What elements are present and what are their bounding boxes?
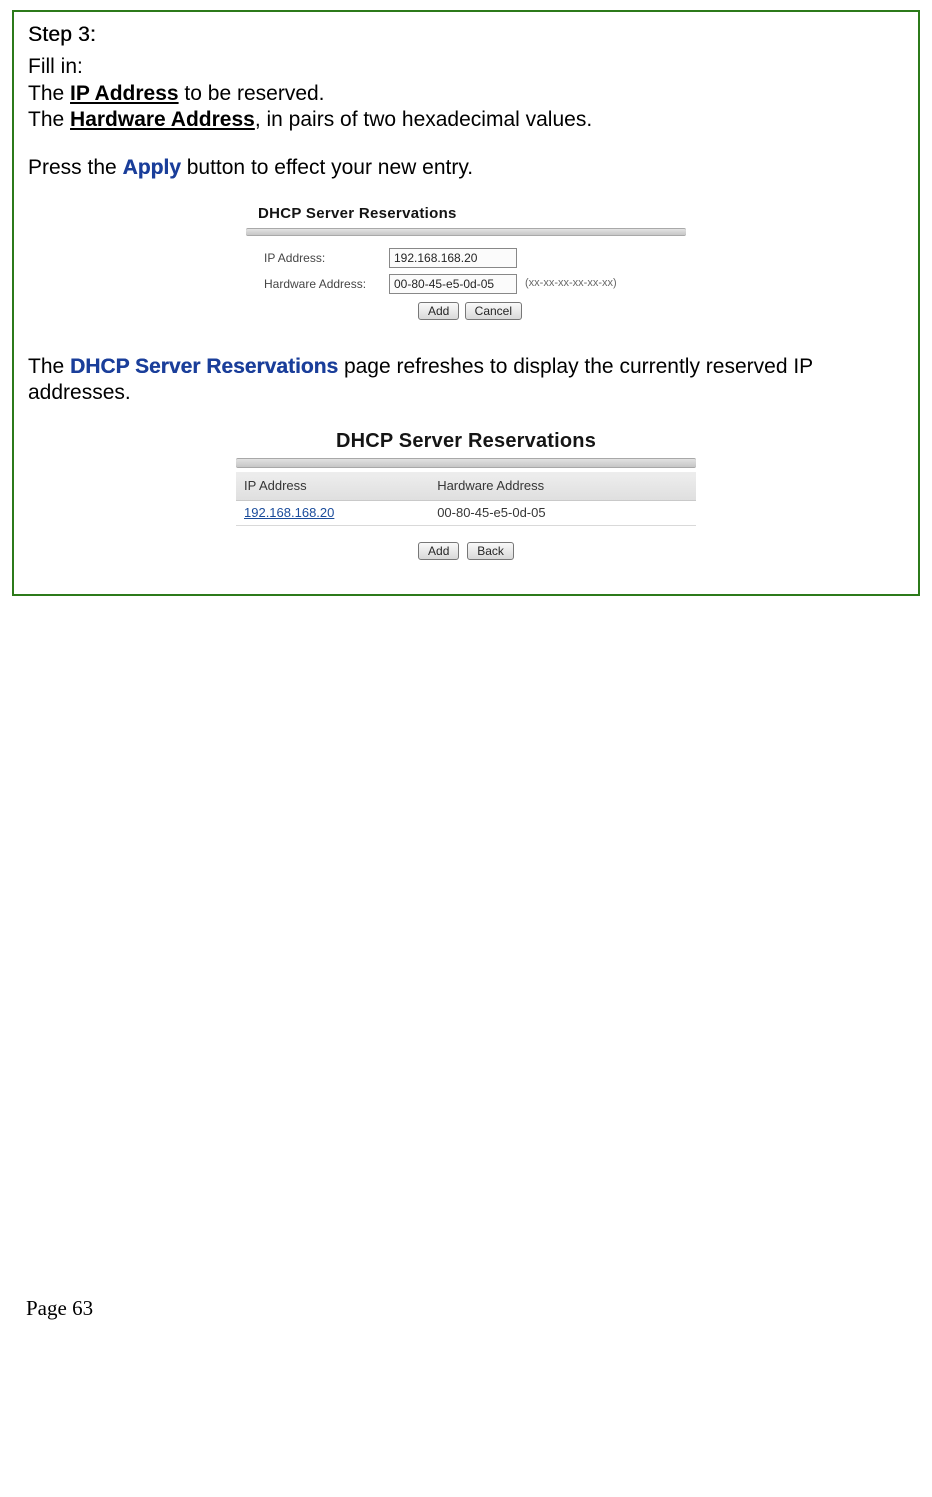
ip-input[interactable] (389, 248, 517, 268)
text-fragment: , in pairs of two hexadecimal values. (255, 108, 592, 131)
ip-label: IP Address: (264, 251, 389, 266)
table-header-row: IP Address Hardware Address (236, 472, 696, 501)
step-label: Step 3: (28, 22, 904, 48)
page-number: Page 63 (26, 1296, 920, 1321)
apply-term: Apply (123, 156, 181, 179)
add-button[interactable]: Add (418, 542, 459, 560)
text-fragment: to be reserved. (179, 82, 325, 105)
col-hw-header: Hardware Address (429, 472, 696, 501)
line-ip: The IP Address to be reserved. (28, 81, 904, 107)
back-button[interactable]: Back (467, 542, 514, 560)
dhcp-form-screenshot: DHCP Server Reservations IP Address: Har… (246, 199, 686, 328)
ip-address-term: IP Address (70, 82, 179, 105)
hw-label: Hardware Address: (264, 277, 389, 292)
text-fragment: The (28, 355, 70, 378)
form-title: DHCP Server Reservations (246, 199, 686, 228)
form-body: IP Address: Hardware Address: (xx-xx-xx-… (246, 236, 686, 328)
text-fragment: The (28, 108, 70, 131)
list-buttons: Add Back (236, 536, 696, 566)
refresh-paragraph: The DHCP Server Reservations page refres… (28, 354, 904, 407)
divider (236, 458, 696, 468)
reserved-ip-link[interactable]: 192.168.168.20 (244, 505, 334, 520)
reserved-hw-cell: 00-80-45-e5-0d-05 (429, 500, 696, 525)
text-fragment: The (28, 82, 70, 105)
dhcp-list-screenshot: DHCP Server Reservations IP Address Hard… (236, 425, 696, 567)
form-buttons: Add Cancel (264, 302, 676, 320)
dhcp-reservations-term: DHCP Server Reservations (70, 355, 338, 378)
add-button[interactable]: Add (418, 302, 459, 320)
text-fragment: Press the (28, 156, 123, 179)
screenshot-2-wrap: DHCP Server Reservations IP Address Hard… (28, 425, 904, 567)
step-box: Step 3: Fill in: The IP Address to be re… (12, 10, 920, 596)
table-row: 192.168.168.20 00-80-45-e5-0d-05 (236, 500, 696, 525)
ip-row: IP Address: (264, 248, 676, 268)
hardware-address-term: Hardware Address (70, 108, 255, 131)
cancel-button[interactable]: Cancel (465, 302, 522, 320)
press-apply-paragraph: Press the Apply button to effect your ne… (28, 155, 904, 181)
fill-in-intro: Fill in: (28, 54, 904, 80)
list-title: DHCP Server Reservations (236, 425, 696, 458)
hw-input[interactable] (389, 274, 517, 294)
reservations-table: IP Address Hardware Address 192.168.168.… (236, 472, 696, 527)
line-hardware: The Hardware Address, in pairs of two he… (28, 107, 904, 133)
hw-format-hint: (xx-xx-xx-xx-xx-xx) (525, 277, 617, 291)
text-fragment: button to effect your new entry. (181, 156, 473, 179)
col-ip-header: IP Address (236, 472, 429, 501)
screenshot-1-wrap: DHCP Server Reservations IP Address: Har… (28, 199, 904, 328)
document-page: Step 3: Fill in: The IP Address to be re… (0, 0, 932, 1361)
divider (246, 228, 686, 236)
instruction-block: Fill in: The IP Address to be reserved. … (28, 54, 904, 133)
hw-row: Hardware Address: (xx-xx-xx-xx-xx-xx) (264, 274, 676, 294)
